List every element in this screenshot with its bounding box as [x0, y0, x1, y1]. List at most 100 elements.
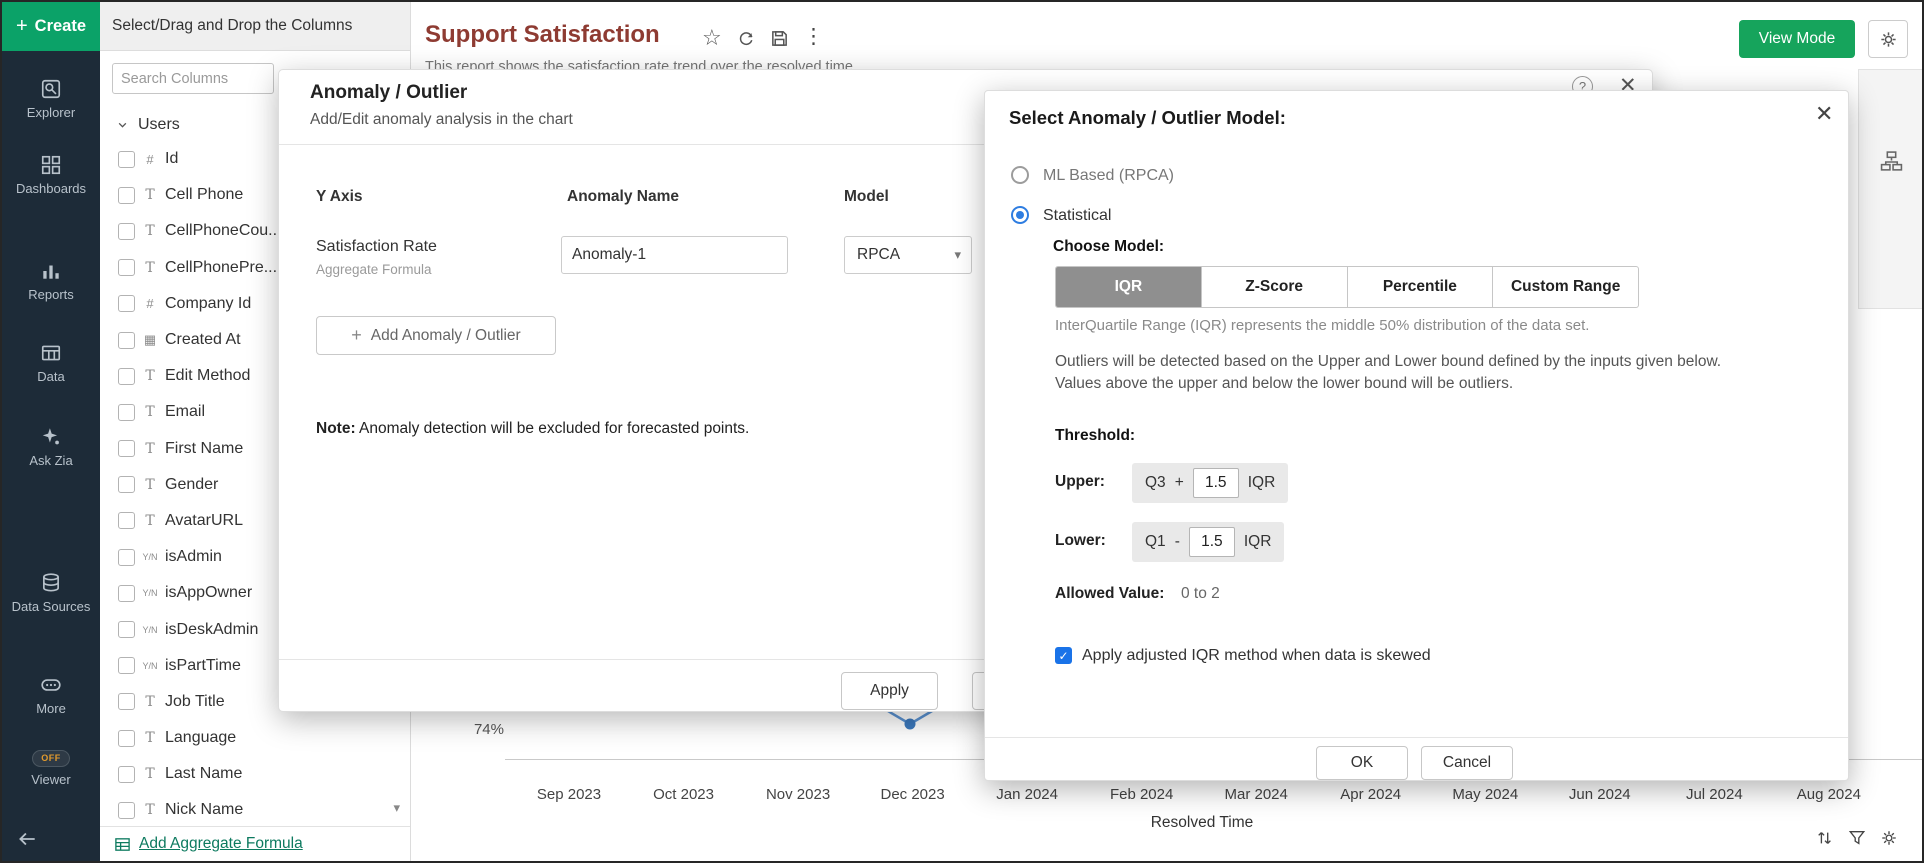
- lower-value-input[interactable]: [1189, 527, 1235, 557]
- sidebar-collapse-button[interactable]: [16, 828, 38, 855]
- dashboards-icon: [40, 154, 62, 176]
- settings-button[interactable]: [1868, 20, 1908, 58]
- text-type-icon: T: [135, 477, 165, 493]
- add-anomaly-button[interactable]: + Add Anomaly / Outlier: [316, 316, 556, 355]
- column-checkbox[interactable]: [118, 802, 135, 819]
- group-label: Users: [138, 116, 180, 134]
- view-mode-button[interactable]: View Mode: [1739, 20, 1855, 58]
- star-icon[interactable]: ☆: [702, 25, 722, 51]
- column-checkbox[interactable]: [118, 368, 135, 385]
- anomaly-name-input[interactable]: [561, 236, 788, 274]
- filter-icon[interactable]: [1848, 829, 1866, 852]
- database-icon: [40, 572, 62, 594]
- sidebar-item-more[interactable]: More: [2, 674, 100, 717]
- upper-unit: IQR: [1248, 474, 1276, 492]
- column-checkbox[interactable]: [118, 187, 135, 204]
- sidebar-item-data-sources[interactable]: Data Sources: [2, 572, 100, 615]
- numeric-type-icon: #: [135, 152, 165, 167]
- numeric-type-icon: #: [135, 296, 165, 311]
- create-button[interactable]: + Create: [2, 2, 100, 51]
- close-icon[interactable]: ✕: [1815, 101, 1833, 127]
- skew-checkbox-label[interactable]: Apply adjusted IQR method when data is s…: [1082, 647, 1431, 665]
- tab-custom-range[interactable]: Custom Range: [1493, 267, 1638, 307]
- lower-operator: -: [1175, 533, 1180, 551]
- sidebar-item-reports[interactable]: Reports: [2, 260, 100, 303]
- radio-label-ml-based[interactable]: ML Based (RPCA): [1043, 167, 1174, 185]
- radio-label-statistical[interactable]: Statistical: [1043, 207, 1111, 225]
- viewer-off-toggle[interactable]: OFF: [32, 750, 70, 767]
- apply-button[interactable]: Apply: [841, 672, 938, 710]
- users-group-toggle[interactable]: Users: [116, 110, 180, 140]
- x-tick-label: Mar 2024: [1211, 786, 1301, 803]
- tab-description: InterQuartile Range (IQR) represents the…: [1055, 317, 1589, 334]
- column-checkbox[interactable]: [118, 151, 135, 168]
- tab-z-score[interactable]: Z-Score: [1202, 267, 1348, 307]
- sidebar-item-ask-zia[interactable]: Ask Zia: [2, 426, 100, 469]
- text-type-icon: T: [135, 441, 165, 457]
- model-dropdown-value: RPCA: [857, 246, 900, 264]
- column-checkbox[interactable]: [118, 512, 135, 529]
- boolean-type-icon: Y/N: [135, 552, 165, 562]
- zia-sparkle-icon: [40, 426, 62, 448]
- reports-icon: [40, 260, 62, 282]
- sidebar-item-explorer[interactable]: Explorer: [2, 78, 100, 121]
- date-type-icon: ▦: [135, 332, 165, 348]
- upper-value-input[interactable]: [1193, 468, 1239, 498]
- column-checkbox[interactable]: [118, 476, 135, 493]
- column-checkbox[interactable]: [118, 657, 135, 674]
- column-checkbox[interactable]: [118, 766, 135, 783]
- x-axis-labels: Sep 2023 Oct 2023 Nov 2023 Dec 2023 Jan …: [524, 786, 1874, 803]
- hierarchy-chart-icon[interactable]: [1880, 150, 1903, 173]
- column-checkbox[interactable]: [118, 549, 135, 566]
- column-checkbox[interactable]: [118, 440, 135, 457]
- tab-percentile[interactable]: Percentile: [1348, 267, 1494, 307]
- sort-icon[interactable]: [1816, 829, 1834, 852]
- sidebar-item-dashboards[interactable]: Dashboards: [2, 154, 100, 197]
- boolean-type-icon: Y/N: [135, 661, 165, 671]
- text-type-icon: T: [135, 260, 165, 276]
- sidebar-item-label: Data Sources: [12, 599, 91, 614]
- sidebar-item-viewer[interactable]: OFF Viewer: [2, 750, 100, 788]
- text-type-icon: T: [135, 368, 165, 384]
- lower-threshold-group: Q1 - IQR: [1132, 522, 1284, 562]
- allowed-value-label: Allowed Value:: [1055, 585, 1164, 603]
- x-tick-label: Feb 2024: [1097, 786, 1187, 803]
- ok-button[interactable]: OK: [1316, 746, 1408, 780]
- page-title: Support Satisfaction: [425, 21, 660, 49]
- list-item[interactable]: TLast Name: [100, 756, 410, 792]
- cancel-button[interactable]: Cancel: [1421, 746, 1513, 780]
- list-item[interactable]: TNick Name: [100, 792, 410, 828]
- add-aggregate-formula-link[interactable]: Add Aggregate Formula: [139, 835, 303, 853]
- data-table-icon: [40, 342, 62, 364]
- column-checkbox[interactable]: [118, 730, 135, 747]
- column-checkbox[interactable]: [118, 404, 135, 421]
- outlier-explanation: Outliers will be detected based on the U…: [1055, 351, 1755, 396]
- x-tick-label: Dec 2023: [868, 786, 958, 803]
- column-checkbox[interactable]: [118, 259, 135, 276]
- chart-settings-gear-icon[interactable]: [1880, 829, 1898, 852]
- plus-icon: +: [16, 15, 28, 38]
- search-columns-input[interactable]: [112, 63, 274, 94]
- create-label: Create: [35, 17, 86, 36]
- model-dropdown[interactable]: RPCA ▾: [844, 236, 972, 274]
- save-icon[interactable]: [770, 29, 789, 53]
- column-checkbox[interactable]: [118, 223, 135, 240]
- text-type-icon: T: [135, 694, 165, 710]
- scroll-down-icon[interactable]: ▾: [393, 800, 400, 816]
- radio-statistical[interactable]: [1011, 206, 1029, 224]
- column-checkbox[interactable]: [118, 693, 135, 710]
- refresh-icon[interactable]: [737, 29, 756, 53]
- column-checkbox[interactable]: [118, 585, 135, 602]
- dialog-title: Anomaly / Outlier: [310, 82, 467, 104]
- sidebar-item-data[interactable]: Data: [2, 342, 100, 385]
- column-checkbox[interactable]: [118, 295, 135, 312]
- tab-iqr[interactable]: IQR: [1056, 267, 1202, 307]
- column-checkbox[interactable]: [118, 332, 135, 349]
- list-item[interactable]: TLanguage: [100, 720, 410, 756]
- kebab-menu-icon[interactable]: ⋮: [803, 24, 824, 49]
- column-checkbox[interactable]: [118, 621, 135, 638]
- radio-ml-based[interactable]: [1011, 166, 1029, 184]
- skew-checkbox[interactable]: ✓: [1055, 647, 1072, 664]
- sidebar-item-label: Data: [37, 369, 64, 384]
- note-text: Note: Anomaly detection will be excluded…: [316, 420, 749, 438]
